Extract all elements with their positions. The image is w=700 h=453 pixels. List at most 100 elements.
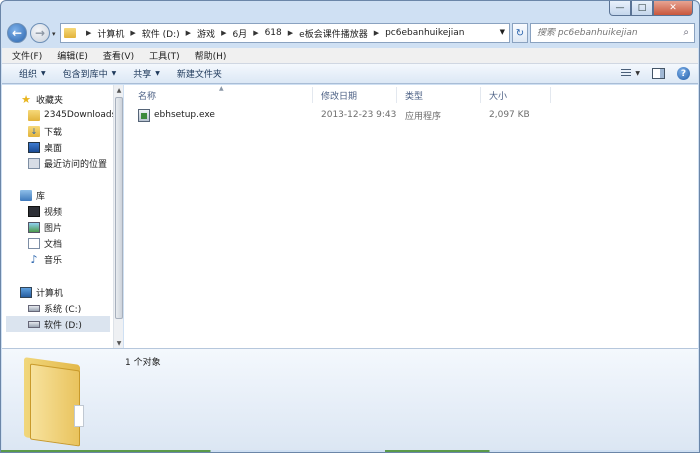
breadcrumb-item[interactable]: 6月 (232, 27, 247, 40)
download-folder-icon: ↓ (28, 125, 40, 137)
include-in-library-label: 包含到库中 (62, 70, 108, 80)
folder-icon (64, 28, 76, 38)
nav-label: 软件 (D:) (44, 320, 82, 331)
search-input[interactable] (537, 28, 677, 38)
scroll-thumb[interactable] (115, 97, 123, 319)
preview-pane-icon[interactable] (652, 68, 665, 79)
file-name: ebhsetup.exe (154, 110, 215, 120)
breadcrumb-chevron-icon[interactable]: ▶ (288, 29, 293, 37)
menu-view[interactable]: 查看(V) (103, 49, 134, 62)
search-box[interactable]: ⌕ (530, 23, 695, 43)
nav-label: 系统 (C:) (44, 304, 82, 315)
views-icon[interactable] (621, 69, 632, 78)
nav-libraries[interactable]: 库 (20, 187, 128, 203)
search-icon[interactable]: ⌕ (683, 27, 689, 38)
chevron-down-icon: ▼ (111, 70, 117, 77)
folder-icon (28, 109, 40, 121)
breadcrumb-item[interactable]: 计算机 (97, 27, 124, 40)
scroll-up-icon[interactable]: ▲ (114, 85, 124, 95)
breadcrumb-item[interactable]: 618 (265, 28, 282, 38)
recent-places-icon (28, 157, 40, 169)
nav-favorites[interactable]: ★ 收藏夹 (20, 91, 128, 107)
nav-label: 文档 (44, 239, 63, 250)
views-dropdown-icon[interactable]: ▼ (635, 70, 640, 77)
nav-scrollbar[interactable]: ▲ ▼ (113, 85, 123, 348)
share-button[interactable]: 共享 ▼ (133, 67, 160, 80)
breadcrumb-chevron-icon[interactable]: ▶ (221, 29, 226, 37)
explorer-window: — □ ✕ ← → ▾ ▶ 计算机 ▶ 软件 (D:) ▶ 游戏 ▶ 6月 ▶ 618 ▶… (0, 0, 700, 453)
column-header-name[interactable]: 名称 (130, 87, 313, 103)
column-header-date[interactable]: 修改日期 (313, 87, 397, 103)
menu-edit[interactable]: 编辑(E) (57, 49, 88, 62)
recent-pages-dropdown[interactable]: ▾ (52, 30, 56, 38)
organize-button[interactable]: 组织 ▼ (19, 67, 46, 80)
nav-label: 图片 (44, 223, 63, 234)
back-button[interactable]: ← (7, 23, 27, 43)
forward-button[interactable]: → (30, 23, 50, 43)
library-icon (20, 189, 32, 201)
file-name-cell: ebhsetup.exe (138, 106, 215, 124)
menu-tools[interactable]: 工具(T) (149, 49, 180, 62)
maximize-button[interactable]: □ (631, 1, 653, 16)
nav-item-drive-d[interactable]: 软件 (D:) (6, 316, 110, 332)
breadcrumb-chevron-icon[interactable]: ▶ (186, 29, 191, 37)
menu-file[interactable]: 文件(F) (12, 49, 42, 62)
breadcrumb-chevron-icon[interactable]: ▶ (86, 29, 91, 37)
large-folder-icon (24, 355, 86, 447)
breadcrumb-chevron-icon[interactable]: ▶ (253, 29, 258, 37)
drive-icon (28, 320, 40, 328)
file-row[interactable]: ebhsetup.exe 2013-12-23 9:43 应用程序 2,097 … (130, 106, 550, 124)
include-in-library-button[interactable]: 包含到库中 ▼ (63, 67, 117, 80)
file-size: 2,097 KB (489, 110, 530, 120)
share-label: 共享 (133, 70, 152, 80)
item-count: 1 个对象 (125, 358, 161, 368)
new-folder-button[interactable]: 新建文件夹 (177, 67, 222, 80)
breadcrumb-item[interactable]: e板会课件播放器 (299, 27, 368, 40)
nav-computer[interactable]: 计算机 (20, 284, 128, 300)
refresh-icon: ↻ (515, 27, 525, 39)
nav-label: 计算机 (36, 288, 64, 299)
drive-icon (28, 304, 40, 312)
menu-bar: 文件(F) 编辑(E) 查看(V) 工具(T) 帮助(H) (2, 48, 698, 64)
star-icon: ★ (21, 92, 31, 106)
picture-icon (28, 221, 40, 233)
breadcrumb-item[interactable]: 软件 (D:) (142, 27, 180, 40)
details-pane: 1 个对象 (2, 348, 698, 452)
address-row: ← → ▾ ▶ 计算机 ▶ 软件 (D:) ▶ 游戏 ▶ 6月 ▶ 618 ▶ e板会课件播… (7, 21, 695, 45)
address-dropdown-icon[interactable]: ▼ (500, 28, 505, 36)
menu-help[interactable]: 帮助(H) (195, 49, 227, 62)
column-header-type[interactable]: 类型 (397, 87, 481, 103)
document-icon (28, 237, 40, 249)
file-type: 应用程序 (405, 111, 442, 122)
file-list: ▲ 名称 修改日期 类型 大小 ebhsetup.exe 2013-12-23 … (124, 85, 698, 348)
computer-icon (20, 286, 32, 298)
organize-label: 组织 (19, 70, 38, 80)
new-folder-label: 新建文件夹 (176, 70, 222, 80)
chevron-down-icon: ▼ (155, 70, 160, 77)
nav-label: 下载 (44, 127, 63, 138)
address-bar[interactable]: ▶ 计算机 ▶ 软件 (D:) ▶ 游戏 ▶ 6月 ▶ 618 ▶ e板会课件播放器 ▶ pc… (60, 23, 510, 43)
minimize-button[interactable]: — (609, 1, 631, 16)
nav-label: 库 (36, 191, 46, 202)
breadcrumb-item[interactable]: pc6ebanhuikejian (385, 28, 464, 38)
file-date: 2013-12-23 9:43 (321, 110, 397, 120)
close-button[interactable]: ✕ (653, 1, 693, 16)
navigation-pane: ★ 收藏夹 2345Downloads ↓ 下载 桌面 最近访问的位置 库 视频 图… (2, 85, 116, 348)
breadcrumb-chevron-icon[interactable]: ▶ (130, 29, 135, 37)
desktop-icon (28, 141, 40, 153)
chevron-down-icon: ▼ (41, 70, 46, 77)
nav-label: 桌面 (44, 143, 63, 154)
nav-label: 音乐 (44, 255, 63, 266)
help-icon[interactable]: ? (677, 67, 690, 80)
arrow-right-icon: → (34, 26, 46, 40)
taskbar-edge (1, 450, 699, 452)
refresh-button[interactable]: ↻ (512, 23, 528, 43)
breadcrumb-chevron-icon[interactable]: ▶ (374, 29, 379, 37)
video-icon (28, 205, 40, 217)
application-icon (138, 108, 150, 122)
music-icon: ♪ (30, 252, 38, 266)
caption-buttons: — □ ✕ (609, 1, 693, 17)
column-header-size[interactable]: 大小 (481, 87, 551, 103)
scroll-down-icon[interactable]: ▼ (114, 338, 124, 348)
breadcrumb-item[interactable]: 游戏 (197, 27, 215, 40)
